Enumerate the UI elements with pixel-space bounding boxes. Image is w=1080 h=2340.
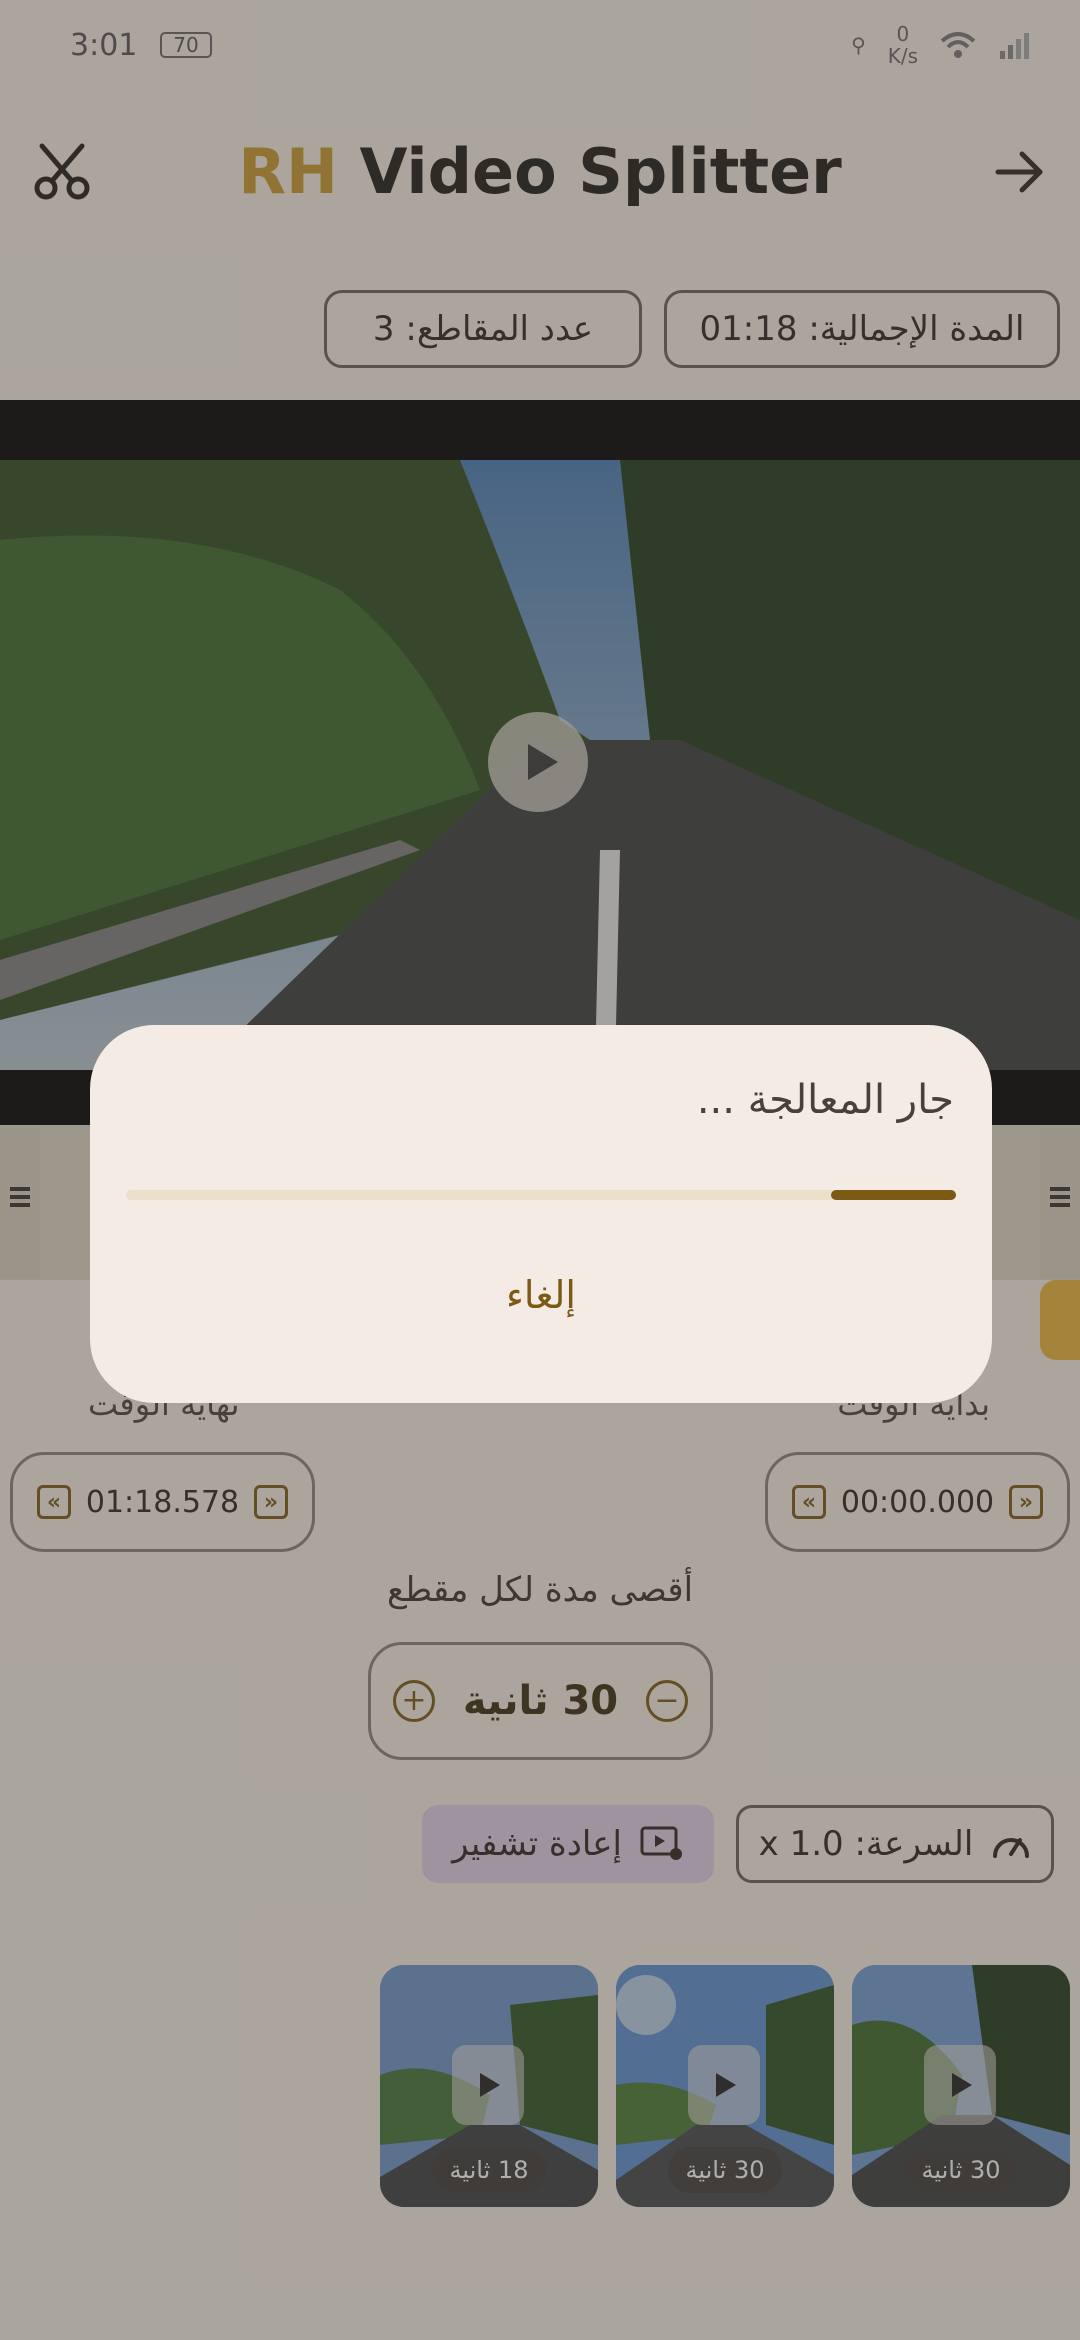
dialog-title: جار المعالجة ...: [696, 1077, 954, 1123]
cancel-button[interactable]: إلغاء: [90, 1273, 992, 1317]
progress-bar: [831, 1190, 956, 1200]
processing-dialog: جار المعالجة ... إلغاء: [90, 1025, 992, 1403]
